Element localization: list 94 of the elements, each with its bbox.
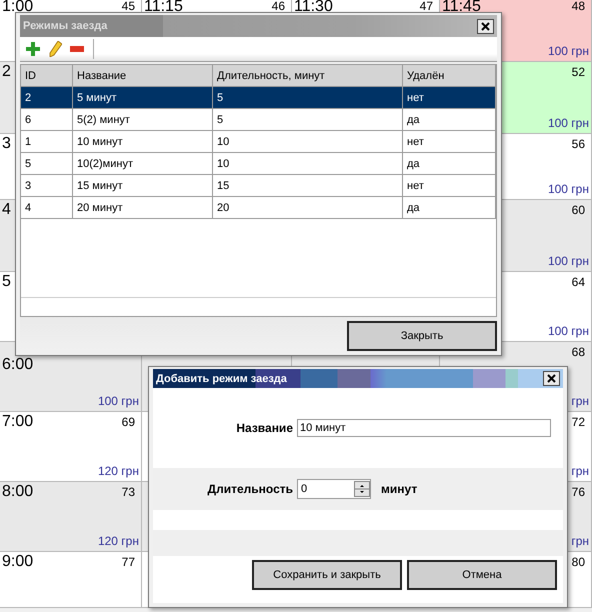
column-header[interactable]: ID <box>21 65 73 87</box>
time-label: 11:30 <box>294 0 333 13</box>
table-cell: 5 минут <box>73 87 213 109</box>
time-label: 11:45 <box>442 0 481 13</box>
table-cell: 4 <box>21 197 73 219</box>
schedule-cell[interactable]: 7:00 69 120 грн <box>0 412 142 482</box>
price-label: 100 грн <box>548 44 589 58</box>
price-label: 100 грн <box>548 324 589 338</box>
price-label: 120 грн <box>98 534 139 548</box>
price-label: 100 грн <box>548 254 589 268</box>
table-cell: 10 <box>213 153 403 175</box>
table-cell: 1 <box>21 131 73 153</box>
table-cell: 15 <box>213 175 403 197</box>
slot-number: 77 <box>122 556 135 569</box>
name-label: Название <box>235 421 294 435</box>
window-title: Добавить режим заезда <box>155 372 287 384</box>
time-label: 5 <box>2 274 11 290</box>
unit-label: минут <box>381 482 418 496</box>
plus-icon <box>26 42 40 56</box>
table-cell: 5(2) минут <box>73 109 213 131</box>
column-header[interactable]: Длительность, минут <box>213 65 403 87</box>
table-cell: 3 <box>21 175 73 197</box>
slot-number: 60 <box>572 204 585 217</box>
table-cell: 15 минут <box>73 175 213 197</box>
pencil-icon <box>48 41 62 57</box>
price-label: 100 грн <box>548 116 589 130</box>
spinner-arrows-icon <box>354 481 370 497</box>
time-label: 9:00 <box>2 554 34 570</box>
table-cell: да <box>403 197 496 219</box>
table-cell: нет <box>403 131 496 153</box>
price-label: грн <box>571 534 589 548</box>
slot-number: 52 <box>572 66 585 79</box>
slot-number: 47 <box>420 0 433 13</box>
time-label: 4 <box>2 202 11 218</box>
time-label: 7:00 <box>2 414 34 430</box>
table-cell: нет <box>403 175 496 197</box>
table-cell: 5 <box>213 109 403 131</box>
table-row[interactable]: 1 10 минут 10 нет <box>21 131 496 153</box>
table-row[interactable]: 4 20 минут 20 да <box>21 197 496 219</box>
price-label: грн <box>571 464 589 478</box>
schedule-cell[interactable]: 9:00 77 <box>0 552 142 608</box>
table-cell: 10 минут <box>73 131 213 153</box>
slot-number: 56 <box>572 138 585 151</box>
table-cell: нет <box>403 87 496 109</box>
column-header[interactable]: Удалён <box>403 65 496 87</box>
slot-number: 45 <box>122 0 135 13</box>
table-row[interactable]: 2 5 минут 5 нет <box>21 87 496 109</box>
close-button[interactable] <box>543 371 560 386</box>
close-icon <box>547 374 556 383</box>
price-label: грн <box>571 394 589 408</box>
close-button[interactable] <box>477 18 494 34</box>
table-row[interactable]: 3 15 минут 15 нет <box>21 175 496 197</box>
time-label: 6:00 <box>2 357 34 373</box>
slot-number: 72 <box>572 416 585 429</box>
table-cell: да <box>403 153 496 175</box>
slot-number: 73 <box>122 486 135 499</box>
table-cell: 5 <box>213 87 403 109</box>
slot-number: 76 <box>572 486 585 499</box>
table-cell: 2 <box>21 87 73 109</box>
table-cell: 10 <box>213 131 403 153</box>
table-row[interactable]: 6 5(2) минут 5 да <box>21 109 496 131</box>
column-header[interactable]: Название <box>73 65 213 87</box>
close-icon <box>481 22 490 30</box>
slot-number: 46 <box>272 0 285 13</box>
cancel-button[interactable]: Отмена <box>407 560 557 590</box>
time-label: 3 <box>2 136 11 152</box>
window-title: Режимы заезда <box>22 20 108 32</box>
table-cell: 20 <box>213 197 403 219</box>
name-field[interactable]: 10 минут <box>297 419 551 437</box>
time-label: 8:00 <box>2 484 34 500</box>
table-cell: да <box>403 109 496 131</box>
price-label: 100 грн <box>548 182 589 196</box>
time-label: 2 <box>2 64 11 80</box>
duration-field[interactable]: 0 <box>297 479 371 499</box>
slot-number: 48 <box>572 0 585 13</box>
slot-number: 68 <box>572 346 585 359</box>
table-cell: 20 минут <box>73 197 213 219</box>
schedule-cell[interactable]: 8:00 73 120 грн <box>0 482 142 552</box>
add-button[interactable] <box>23 39 43 59</box>
slot-number: 80 <box>572 556 585 569</box>
minus-icon <box>70 46 84 52</box>
slot-number: 69 <box>122 416 135 429</box>
table-row[interactable]: 5 10(2)минут 10 да <box>21 153 496 175</box>
table-cell: 10(2)минут <box>73 153 213 175</box>
price-label: 120 грн <box>98 464 139 478</box>
price-label: 100 грн <box>98 394 139 408</box>
table-cell: 6 <box>21 109 73 131</box>
time-label: 1:00 <box>2 0 34 13</box>
time-label: 11:15 <box>144 0 183 13</box>
save-button[interactable]: Сохранить и закрыть <box>252 560 402 590</box>
close-dialog-button[interactable]: Закрыть <box>347 321 497 351</box>
table-cell: 5 <box>21 153 73 175</box>
duration-label: Длительность <box>206 482 294 496</box>
slot-number: 64 <box>572 276 585 289</box>
